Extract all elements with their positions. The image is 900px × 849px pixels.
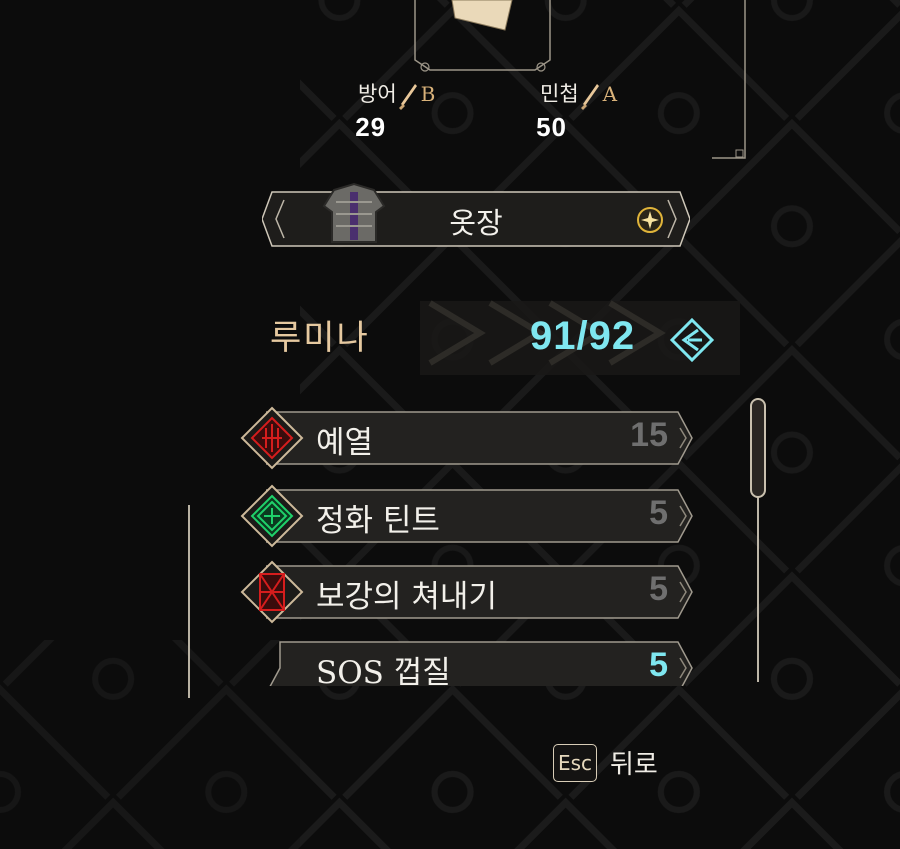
- esc-key-icon[interactable]: Esc: [553, 744, 597, 782]
- back-label[interactable]: 뒤로: [610, 744, 658, 781]
- stat-defense-grade: B: [420, 82, 436, 106]
- scrollbar-thumb[interactable]: [750, 398, 766, 498]
- item-label: SOS 껍질: [316, 655, 451, 686]
- reinforce-rune-icon: [240, 560, 304, 624]
- sword-icon: [398, 83, 417, 110]
- item-count: 5: [649, 646, 668, 684]
- list-item[interactable]: 정화 틴트 5: [240, 484, 700, 548]
- category-title: 옷장: [449, 206, 503, 240]
- heat-rune-icon: [240, 406, 304, 470]
- stat-defense: 방어 B 29: [355, 78, 436, 143]
- sword-icon: [580, 83, 599, 110]
- stat-defense-value: 29: [355, 111, 387, 142]
- currency-value: 91/92: [530, 314, 636, 358]
- currency-panel: 루미나 91/92: [270, 298, 740, 380]
- lumina-icon: [669, 317, 715, 363]
- list-left-rail: [188, 505, 190, 698]
- purify-rune-icon: [240, 484, 304, 548]
- item-count: 15: [630, 416, 668, 454]
- stat-defense-label: 방어: [358, 82, 397, 106]
- item-label: 보강의 쳐내기: [316, 579, 497, 615]
- list-item[interactable]: 보강의 쳐내기 5: [240, 560, 700, 624]
- list-item[interactable]: 예열 15: [240, 406, 700, 470]
- list-item[interactable]: SOS 껍질 5: [240, 636, 700, 686]
- stat-agility-value: 50: [536, 111, 567, 142]
- currency-name: 루미나: [270, 318, 370, 358]
- sparkle-badge-icon: [637, 207, 663, 233]
- item-label: 정화 틴트: [316, 503, 440, 539]
- item-label: 예열: [316, 425, 374, 461]
- item-count: 5: [649, 494, 668, 532]
- category-selector[interactable]: 옷장: [262, 182, 690, 252]
- item-count: 5: [649, 570, 668, 608]
- stat-agility: 민첩 A 50: [536, 78, 618, 143]
- stat-agility-grade: A: [602, 82, 618, 106]
- equipment-frame: [414, 0, 746, 159]
- consumable-list: 예열 15 정화 틴트 5 보강의 쳐내기 5 SOS 껍질 5: [240, 404, 700, 686]
- stat-agility-label: 민첩: [540, 82, 579, 106]
